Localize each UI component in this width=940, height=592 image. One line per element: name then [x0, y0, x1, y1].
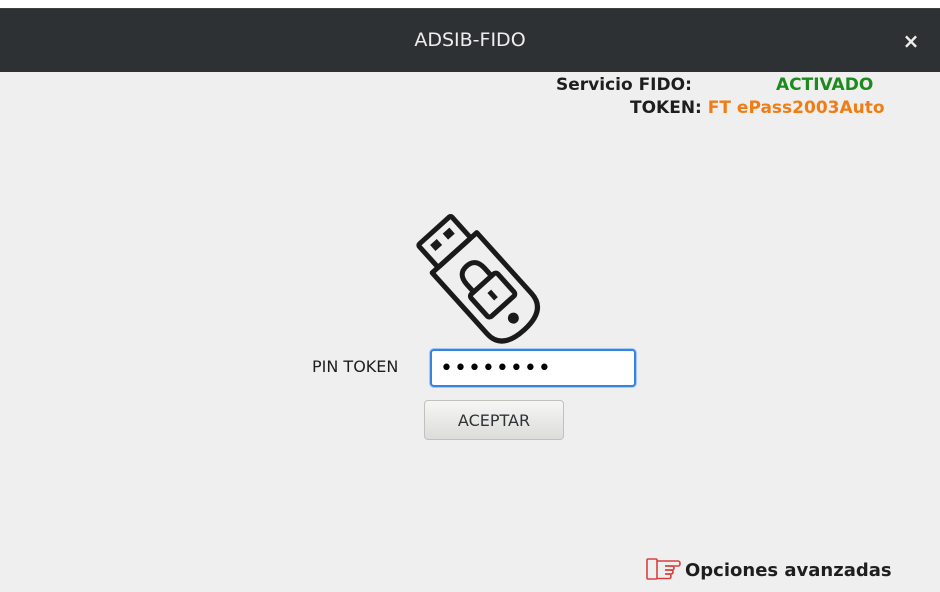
window-title: ADSIB-FIDO	[414, 29, 526, 51]
advanced-options-link[interactable]: Opciones avanzadas	[645, 555, 892, 585]
service-status-value: ACTIVADO	[776, 75, 874, 95]
app-window: ADSIB-FIDO × Servicio FIDO: ACTIVADO TOK…	[0, 0, 940, 592]
pin-token-label: PIN TOKEN	[312, 357, 399, 376]
service-status-label: Servicio FIDO:	[556, 75, 692, 95]
pointing-hand-icon	[646, 558, 681, 580]
accept-button[interactable]: ACEPTAR	[424, 400, 564, 440]
close-icon: ×	[902, 29, 920, 53]
advanced-options-label: Opciones avanzadas	[685, 559, 892, 581]
title-bar[interactable]: ADSIB-FIDO ×	[0, 8, 940, 72]
service-status-value-wrap: ACTIVADO	[776, 75, 873, 95]
desktop-top-strip	[0, 0, 940, 8]
token-status-value: FT ePass2003Auto	[707, 98, 885, 118]
pin-token-input[interactable]	[430, 349, 636, 387]
token-status-label: TOKEN:	[630, 98, 702, 118]
usb-token-lock-icon	[416, 214, 540, 344]
service-status: Servicio FIDO:	[556, 75, 692, 95]
token-status: TOKEN: FT ePass2003Auto	[630, 98, 885, 118]
close-button[interactable]: ×	[896, 26, 926, 56]
